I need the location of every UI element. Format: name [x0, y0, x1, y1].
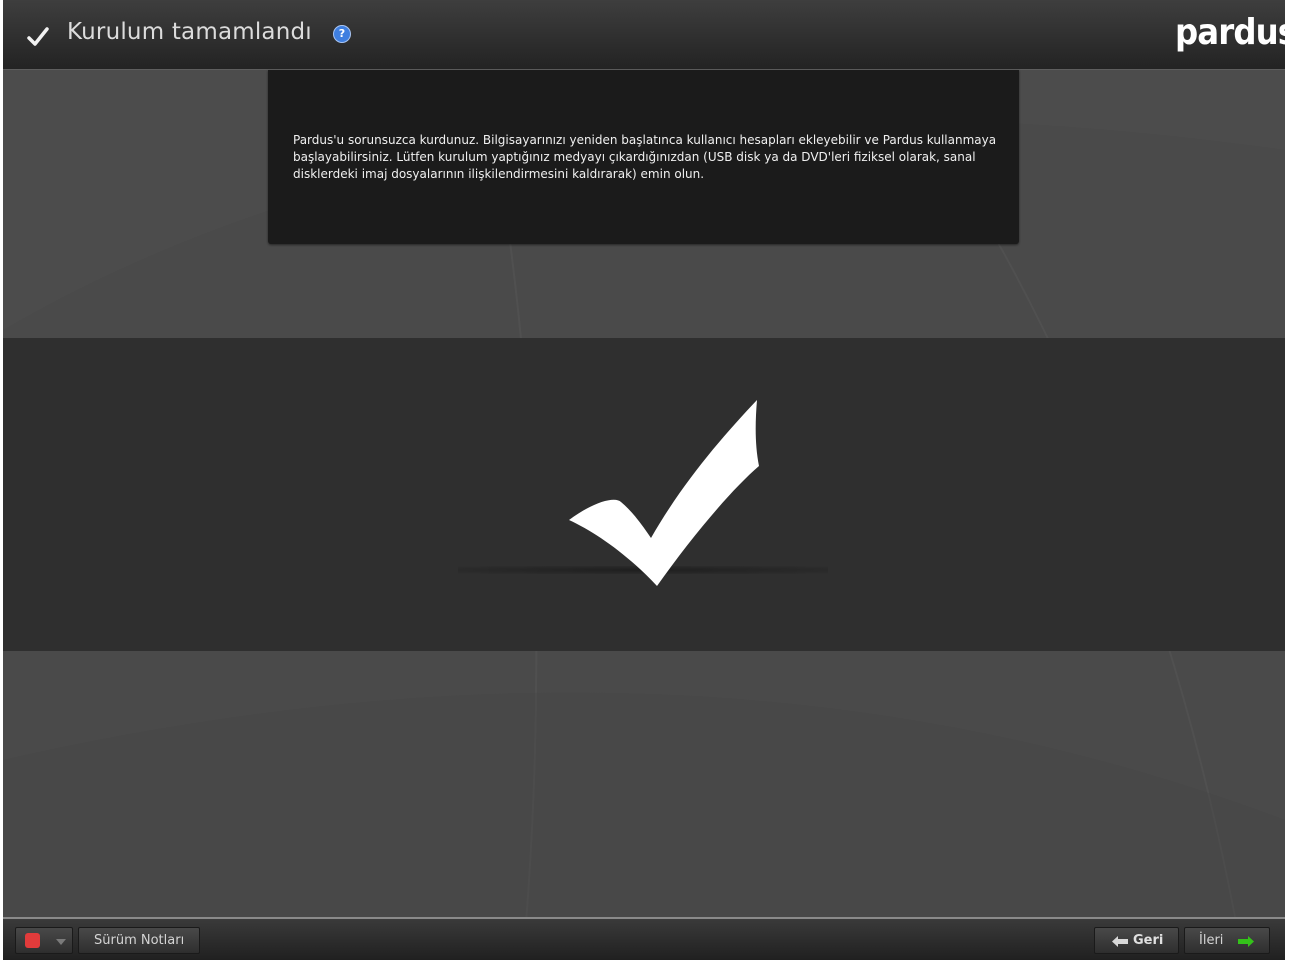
power-menu-button[interactable]	[15, 927, 73, 954]
next-label: İleri	[1199, 933, 1224, 948]
completion-message: Pardus'u sorunsuzca kurdunuz. Bilgisayar…	[293, 133, 997, 181]
header-bar: Kurulum tamamlandı ? pardus	[3, 0, 1285, 70]
next-button[interactable]: İleri	[1184, 927, 1270, 954]
arrow-left-icon	[1112, 936, 1128, 947]
release-notes-label: Sürüm Notları	[94, 933, 185, 948]
arrow-right-icon	[1238, 936, 1254, 947]
back-button[interactable]: Geri	[1094, 927, 1179, 954]
checkmark-icon	[27, 27, 49, 46]
info-panel: Pardus'u sorunsuzca kurdunuz. Bilgisayar…	[268, 70, 1019, 244]
back-label: Geri	[1133, 933, 1164, 948]
pardus-logo: pardus	[1175, 12, 1285, 53]
help-icon[interactable]: ?	[333, 25, 351, 43]
bottom-toolbar: Sürüm Notları Geri İleri	[3, 917, 1285, 960]
large-checkmark-icon	[569, 400, 759, 586]
chevron-down-icon[interactable]	[56, 939, 66, 945]
release-notes-button[interactable]: Sürüm Notları	[78, 927, 200, 954]
status-band	[3, 338, 1285, 651]
power-icon	[25, 933, 40, 948]
installer-window: Kurulum tamamlandı ? pardus Pardus'u sor…	[3, 0, 1285, 960]
page-title: Kurulum tamamlandı	[67, 19, 312, 45]
